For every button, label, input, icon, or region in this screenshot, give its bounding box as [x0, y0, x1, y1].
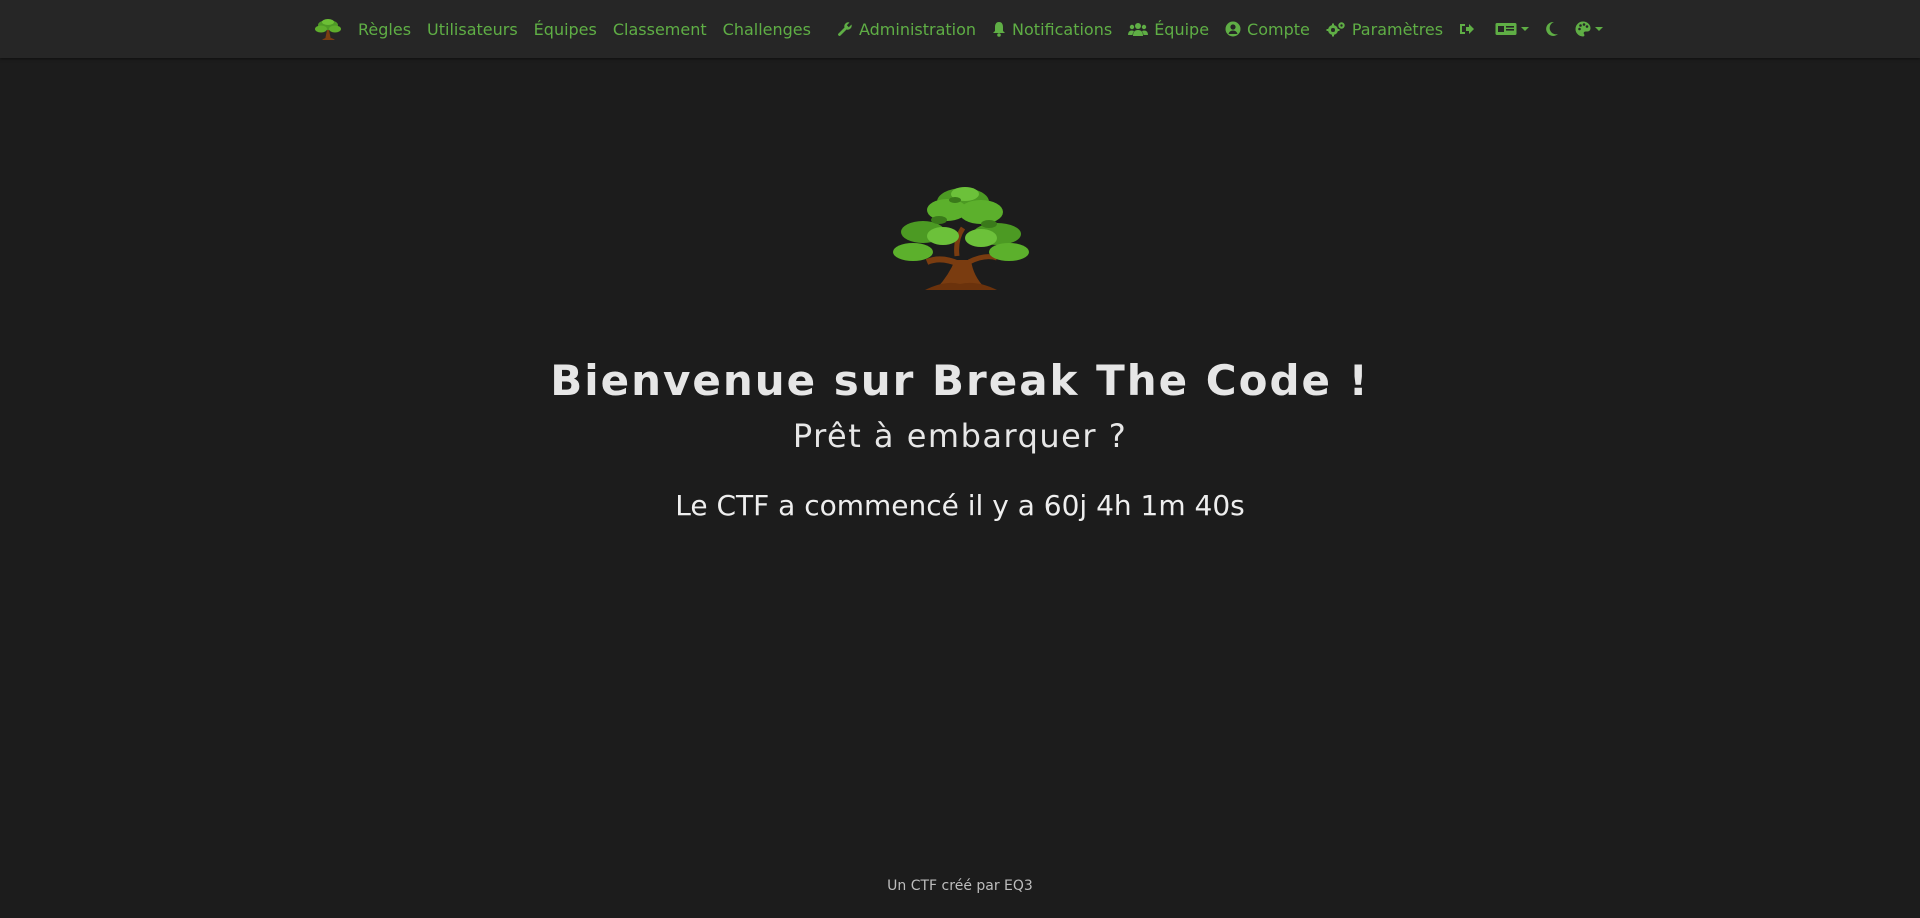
- navbar-inner: Règles Utilisateurs Équipes Classement C…: [312, 0, 1608, 58]
- logout-icon: [1460, 24, 1475, 34]
- language-icon: [1495, 23, 1517, 35]
- nav-right-links: Administration Notifications Équipe Comp…: [837, 20, 1604, 39]
- nav-link-compte[interactable]: Compte: [1225, 20, 1310, 39]
- language-dropdown[interactable]: [1495, 21, 1530, 37]
- nav-link-utilisateurs[interactable]: Utilisateurs: [427, 20, 518, 39]
- nav-label-administration: Administration: [858, 19, 977, 39]
- hero-section: Bienvenue sur Break The Code ! Prêt à em…: [0, 180, 1920, 522]
- nav-link-equipes[interactable]: Équipes: [534, 20, 597, 39]
- footer-text: Un CTF créé par EQ3: [887, 878, 1033, 894]
- ctf-countdown: Le CTF a commencé il y a 60j 4h 1m 40s: [675, 489, 1245, 522]
- brand-logo-link[interactable]: [312, 15, 344, 43]
- bell-icon: [993, 22, 1006, 37]
- nav-link-classement[interactable]: Classement: [613, 20, 707, 39]
- nav-link-parametres[interactable]: Paramètres: [1326, 20, 1443, 39]
- nav-left-links: Règles Utilisateurs Équipes Classement C…: [358, 20, 811, 39]
- users-icon: [1128, 23, 1149, 36]
- dark-mode-toggle[interactable]: [1545, 21, 1559, 37]
- wrench-icon: [838, 22, 852, 36]
- palette-icon: [1575, 21, 1591, 37]
- moon-icon: [1546, 21, 1559, 36]
- user-circle-icon: [1225, 21, 1241, 37]
- nav-label-notifications: Notifications: [1012, 19, 1113, 39]
- nav-link-challenges[interactable]: Challenges: [723, 20, 811, 39]
- nav-link-notifications[interactable]: Notifications: [992, 20, 1112, 39]
- theme-dropdown[interactable]: [1575, 21, 1604, 37]
- nav-link-administration[interactable]: Administration: [837, 20, 976, 39]
- bonsai-tree-logo-icon: [893, 187, 1029, 290]
- nav-link-equipe[interactable]: Équipe: [1128, 20, 1209, 39]
- chevron-down-icon: [1595, 27, 1604, 31]
- chevron-down-icon: [1521, 27, 1530, 31]
- navbar: Règles Utilisateurs Équipes Classement C…: [0, 0, 1920, 58]
- cogs-icon: [1326, 22, 1345, 37]
- tree-logo-icon: [315, 19, 341, 40]
- page-subtitle: Prêt à embarquer ?: [792, 417, 1128, 455]
- nav-link-regles[interactable]: Règles: [358, 20, 411, 39]
- nav-label-parametres: Paramètres: [1351, 19, 1444, 39]
- page-title: Bienvenue sur Break The Code !: [550, 356, 1370, 405]
- nav-label-equipe: Équipe: [1154, 19, 1210, 39]
- logout-button[interactable]: [1459, 21, 1475, 37]
- nav-label-compte: Compte: [1247, 19, 1310, 39]
